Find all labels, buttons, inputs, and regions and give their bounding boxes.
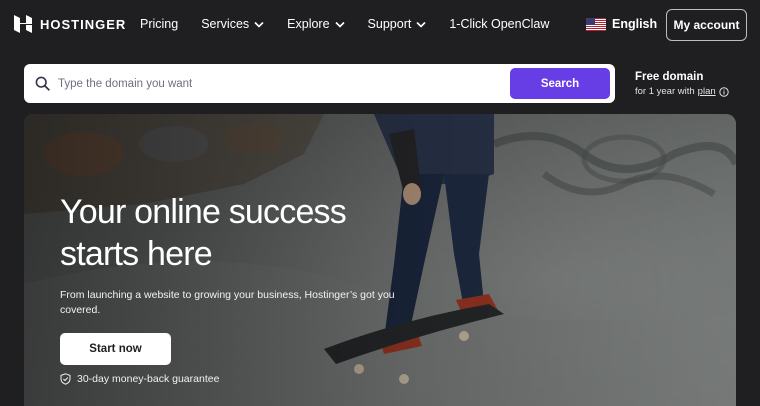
- hero-title: Your online success starts here: [60, 191, 390, 275]
- nav-services-label: Services: [201, 17, 250, 31]
- money-back-guarantee: 30-day money-back guarantee: [60, 373, 219, 385]
- brand-name: HOSTINGER: [40, 16, 127, 32]
- nav-pricing[interactable]: Pricing: [140, 17, 178, 31]
- hero-title-line-1: Your online success: [60, 193, 347, 231]
- top-navigation: HOSTINGER Pricing Services Explore Suppo…: [0, 0, 760, 50]
- free-domain-subtitle-text: for 1 year with: [635, 86, 695, 97]
- chevron-down-icon: [334, 21, 345, 28]
- nav-openclaw[interactable]: 1-Click OpenClaw: [449, 17, 549, 31]
- nav-support[interactable]: Support: [368, 17, 427, 31]
- main-menu: Pricing Services Explore Support 1-Click…: [140, 17, 572, 31]
- hero-subtitle: From launching a website to growing your…: [60, 289, 395, 316]
- domain-search-input[interactable]: [58, 71, 498, 96]
- hostinger-logo-icon: [14, 15, 32, 33]
- hostinger-logo[interactable]: HOSTINGER: [13, 14, 126, 34]
- nav-explore-label: Explore: [287, 17, 330, 31]
- us-flag-icon: [586, 17, 606, 31]
- free-domain-promo: Free domain for 1 year with plan: [635, 71, 729, 97]
- plan-link[interactable]: plan: [698, 86, 716, 97]
- search-icon: [35, 76, 50, 91]
- my-account-button[interactable]: My account: [666, 9, 747, 41]
- search-button[interactable]: Search: [510, 68, 610, 99]
- shield-check-icon: [60, 373, 71, 385]
- free-domain-title: Free domain: [635, 71, 704, 83]
- nav-openclaw-label: 1-Click OpenClaw: [449, 17, 550, 31]
- free-domain-subtitle: for 1 year with plan: [635, 86, 729, 97]
- info-icon[interactable]: [718, 86, 729, 97]
- start-now-button[interactable]: Start now: [60, 333, 171, 365]
- chevron-down-icon: [416, 21, 426, 28]
- language-label: English: [612, 17, 658, 31]
- chevron-down-icon: [254, 21, 264, 28]
- domain-search-bar: Search: [24, 64, 615, 103]
- hero-title-line-2: starts here: [60, 235, 213, 273]
- nav-services[interactable]: Services: [201, 17, 264, 31]
- nav-support-label: Support: [367, 17, 412, 31]
- hero-banner: Your online success starts here From lau…: [24, 114, 736, 406]
- language-selector[interactable]: English: [586, 17, 657, 31]
- nav-pricing-label: Pricing: [140, 17, 179, 31]
- guarantee-text: 30-day money-back guarantee: [77, 373, 220, 385]
- nav-explore[interactable]: Explore: [287, 17, 345, 31]
